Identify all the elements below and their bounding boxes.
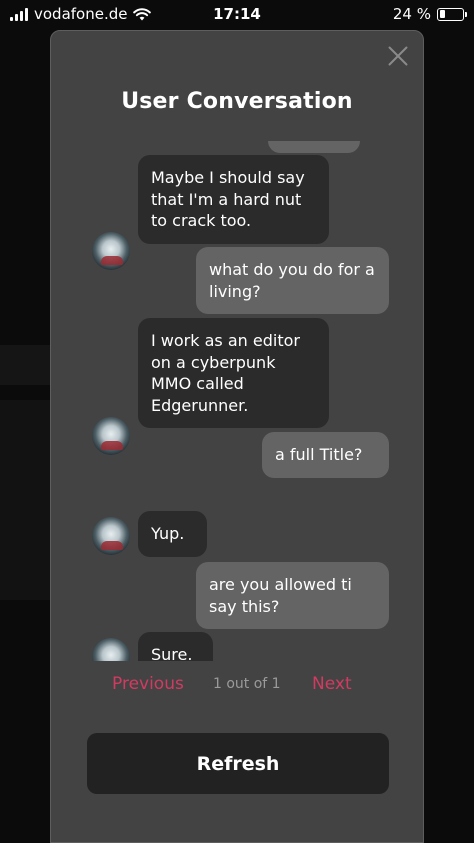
message-text: Yup. xyxy=(151,524,185,543)
close-icon[interactable] xyxy=(387,45,409,67)
battery-percent: 24 % xyxy=(392,5,431,23)
status-bar-left: vodafone.de xyxy=(10,5,152,23)
message-user: what do you do for a living? xyxy=(196,247,389,314)
background-page-fragment xyxy=(0,400,50,600)
page-indicator: 1 out of 1 xyxy=(213,676,281,692)
refresh-button[interactable]: Refresh xyxy=(87,733,389,794)
conversation-modal: User Conversation Maybe I should say tha… xyxy=(50,30,424,843)
message-user xyxy=(268,141,360,153)
carrier-name: vodafone.de xyxy=(34,5,128,23)
status-bar: vodafone.de 17:14 24 % xyxy=(0,0,474,28)
battery-icon xyxy=(437,7,467,21)
conversation-list[interactable]: Maybe I should say that I'm a hard nut t… xyxy=(51,141,425,661)
signal-icon xyxy=(10,7,28,21)
message-user: are you allowed ti say this? xyxy=(196,562,389,629)
message-text: a full Title? xyxy=(275,445,363,464)
avatar xyxy=(92,417,130,455)
message-text: Maybe I should say that I'm a hard nut t… xyxy=(151,168,305,230)
next-button[interactable]: Next xyxy=(312,674,352,694)
message-bot: Yup. xyxy=(138,511,207,557)
avatar xyxy=(92,638,130,661)
message-text: I work as an editor on a cyberpunk MMO c… xyxy=(151,331,300,415)
message-bot: Maybe I should say that I'm a hard nut t… xyxy=(138,155,329,244)
message-text: what do you do for a living? xyxy=(209,260,375,301)
status-bar-right: 24 % xyxy=(392,5,467,23)
avatar xyxy=(92,232,130,270)
wifi-icon xyxy=(133,7,152,21)
pagination: Previous 1 out of 1 Next xyxy=(51,671,425,699)
message-bot: Sure. xyxy=(138,632,213,661)
message-text: are you allowed ti say this? xyxy=(209,575,352,616)
message-user: a full Title? xyxy=(262,432,389,478)
message-bot: I work as an editor on a cyberpunk MMO c… xyxy=(138,318,329,428)
avatar xyxy=(92,517,130,555)
modal-title: User Conversation xyxy=(121,89,353,114)
background-page-fragment xyxy=(0,345,50,385)
message-text: Sure. xyxy=(151,645,193,661)
previous-button[interactable]: Previous xyxy=(112,674,184,694)
battery-fill xyxy=(439,10,445,18)
